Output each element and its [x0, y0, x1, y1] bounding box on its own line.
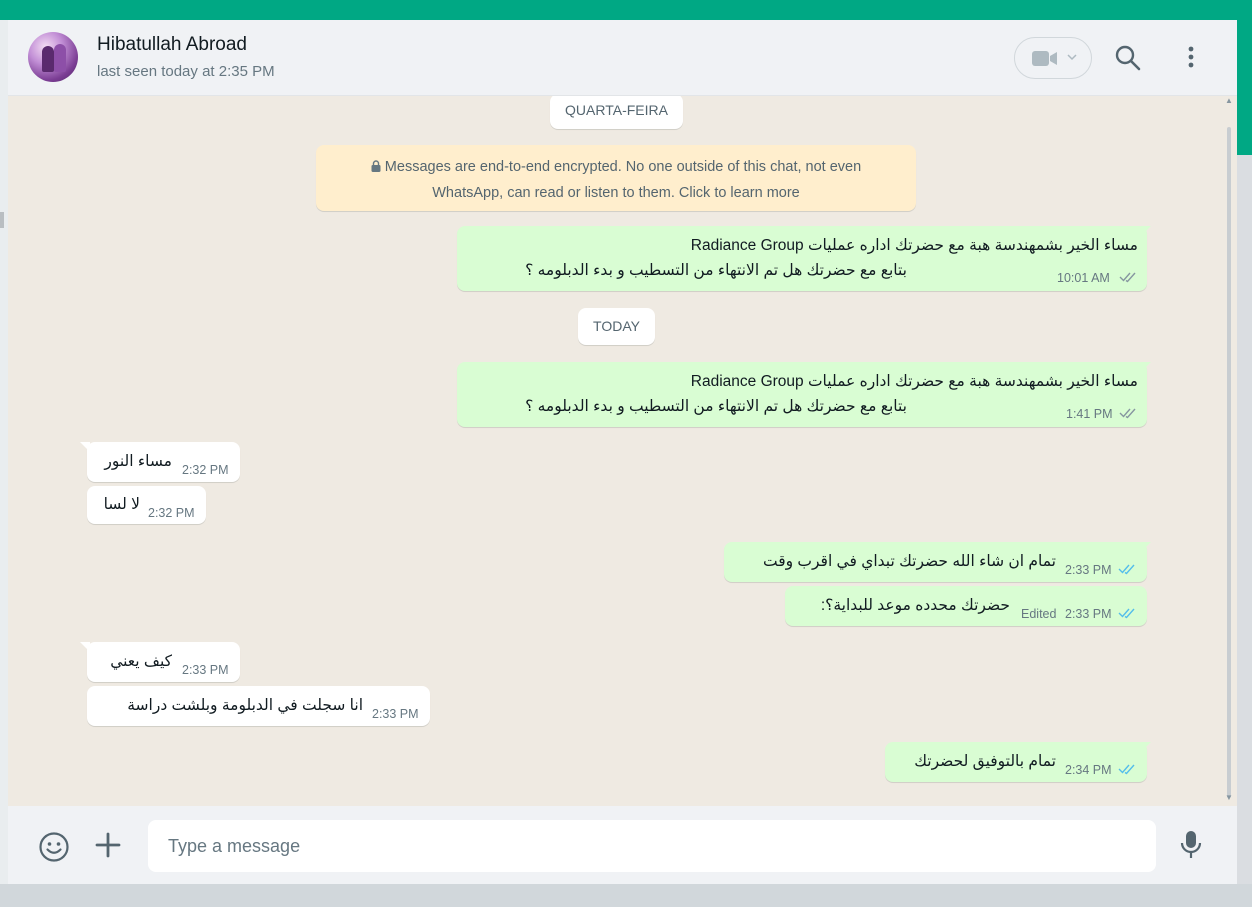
mic-icon[interactable] — [1180, 830, 1202, 860]
bubble-tail — [1141, 742, 1151, 752]
chevron-down-icon — [1067, 54, 1077, 61]
message-text: مساء الخير بشمهندسة هبة مع حضرتك اداره ع… — [690, 373, 1138, 390]
message-bubble-outgoing[interactable]: تمام ان شاء الله حضرتك تبداي في اقرب وقت… — [724, 542, 1151, 582]
resize-handle[interactable] — [0, 212, 4, 228]
double-check-icon — [1118, 608, 1135, 619]
avatar-figure — [54, 44, 66, 72]
encryption-notice[interactable]: Messages are end-to-end encrypted. No on… — [316, 145, 916, 211]
message-text: مساء النور — [104, 453, 172, 470]
bubble-tail — [80, 442, 90, 452]
double-check-icon — [1118, 564, 1135, 575]
message-time: 2:33 PM — [372, 707, 419, 721]
message-bubble-incoming[interactable]: مساء النور 2:32 PM — [80, 442, 240, 482]
message-bubble-incoming[interactable]: كيف يعني 2:33 PM — [80, 642, 240, 682]
plus-icon[interactable] — [95, 832, 121, 858]
bubble-tail — [1141, 226, 1151, 236]
scrollbar-thumb[interactable] — [1227, 127, 1231, 798]
message-bubble-outgoing[interactable]: مساء الخير بشمهندسة هبة مع حضرتك اداره ع… — [457, 362, 1151, 427]
message-bubble-outgoing[interactable]: مساء الخير بشمهندسة هبة مع حضرتك اداره ع… — [457, 226, 1151, 291]
video-call-button[interactable] — [1014, 37, 1092, 79]
message-text: كيف يعني — [110, 653, 172, 670]
bottom-edge — [0, 884, 1252, 907]
message-time: 2:33 PM — [182, 663, 229, 677]
encryption-text: Messages are end-to-end encrypted. No on… — [384, 159, 862, 175]
message-composer — [8, 806, 1237, 884]
message-time: 2:34 PM — [1065, 763, 1112, 777]
scroll-down-arrow[interactable]: ▼ — [1225, 793, 1233, 802]
message-text: بتابع مع حضرتك هل تم الانتهاء من التسطيب… — [525, 262, 907, 279]
video-call-icon — [1032, 51, 1057, 66]
message-bubble-incoming[interactable]: انا سجلت في الدبلومة وبلشت دراسة 2:33 PM — [87, 686, 430, 726]
message-text: انا سجلت في الدبلومة وبلشت دراسة — [127, 697, 363, 714]
message-text: بتابع مع حضرتك هل تم الانتهاء من التسطيب… — [525, 398, 907, 415]
message-list[interactable]: ▲ ▼ QUARTA-FEIRA Messages are end-to-end… — [8, 96, 1237, 806]
message-bubble-outgoing[interactable]: حضرتك محدده موعد للبداية؟: Edited 2:33 P… — [785, 586, 1147, 626]
double-check-icon — [1119, 408, 1136, 419]
message-input[interactable] — [148, 820, 1156, 872]
chat-header[interactable]: Hibatullah Abroad last seen today at 2:3… — [8, 20, 1237, 96]
bubble-tail — [1141, 362, 1151, 372]
edited-label: Edited — [1021, 607, 1057, 621]
message-time: 2:32 PM — [148, 506, 195, 520]
search-icon[interactable] — [1115, 45, 1141, 71]
message-text: لا لسا — [103, 496, 140, 513]
conversation-panel: Hibatullah Abroad last seen today at 2:3… — [8, 20, 1237, 884]
lock-icon — [371, 160, 381, 172]
bubble-tail — [80, 642, 90, 652]
menu-icon[interactable] — [1181, 46, 1201, 70]
contact-name[interactable]: Hibatullah Abroad — [97, 34, 247, 56]
avatar-figure — [42, 46, 54, 72]
message-bubble-incoming[interactable]: لا لسا 2:32 PM — [87, 486, 206, 524]
date-chip: QUARTA-FEIRA — [550, 96, 683, 129]
left-panel-edge — [0, 20, 8, 884]
window-side-accent — [1237, 20, 1252, 155]
window-top-accent — [0, 0, 1252, 20]
date-chip: TODAY — [578, 308, 655, 345]
message-text: تمام بالتوفيق لحضرتك — [914, 753, 1056, 770]
emoji-icon[interactable] — [38, 831, 70, 863]
message-text: مساء الخير بشمهندسة هبة مع حضرتك اداره ع… — [690, 237, 1138, 254]
bubble-tail — [1141, 542, 1151, 552]
contact-avatar[interactable] — [28, 32, 78, 82]
message-time: 2:33 PM — [1065, 607, 1112, 621]
scroll-up-arrow[interactable]: ▲ — [1225, 96, 1233, 105]
encryption-text: WhatsApp, can read or listen to them. Cl… — [432, 185, 800, 201]
contact-last-seen: last seen today at 2:35 PM — [97, 63, 275, 80]
message-text: حضرتك محدده موعد للبداية؟: — [820, 597, 1010, 614]
message-time: 1:41 PM — [1066, 407, 1113, 421]
message-time: 10:01 AM — [1057, 271, 1110, 285]
double-check-icon — [1118, 764, 1135, 775]
message-text: تمام ان شاء الله حضرتك تبداي في اقرب وقت — [762, 553, 1056, 570]
message-time: 2:33 PM — [1065, 563, 1112, 577]
double-check-icon — [1119, 272, 1136, 283]
message-bubble-outgoing[interactable]: تمام بالتوفيق لحضرتك 2:34 PM — [885, 742, 1151, 782]
message-time: 2:32 PM — [182, 463, 229, 477]
